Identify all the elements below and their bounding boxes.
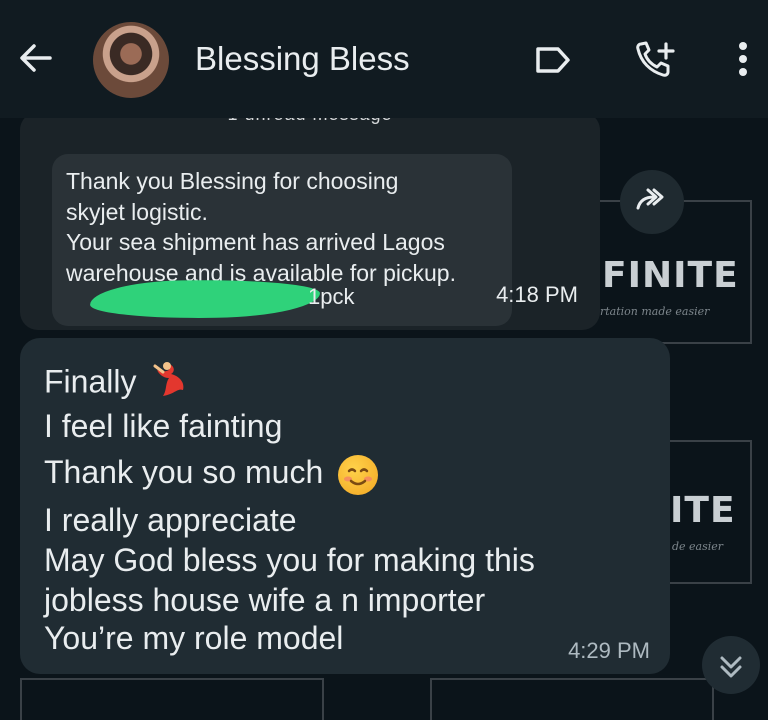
background-brand-subtext: rtation made easier — [600, 305, 710, 318]
message-line: May God bless you for making this — [44, 542, 535, 578]
message-time: 4:29 PM — [568, 638, 650, 663]
smiling-face-emoji — [338, 454, 379, 495]
quoted-message-text: Thank you Blessing for choosing skyjet l… — [66, 168, 456, 286]
background-brand-text: ITE — [670, 490, 736, 531]
forward-icon — [636, 188, 664, 210]
scroll-to-bottom-button[interactable] — [702, 636, 760, 694]
message-line: I feel like fainting — [44, 408, 283, 444]
package-count: 1pck — [308, 284, 355, 309]
avatar[interactable] — [93, 22, 169, 98]
background-frame — [0, 250, 22, 290]
message-line: Finally — [44, 360, 193, 408]
add-call-icon[interactable] — [632, 38, 680, 82]
background-brand-text: FINITE — [602, 255, 739, 296]
more-vert-icon[interactable] — [728, 40, 758, 80]
image-message[interactable]: 1 unread message Thank you Blessing for … — [20, 112, 600, 330]
message-line-text: Finally — [44, 363, 137, 400]
background-frame — [20, 678, 324, 720]
contact-name[interactable]: Blessing Bless — [195, 40, 410, 78]
label-icon[interactable] — [532, 42, 574, 78]
quoted-message-time: 4:18 PM — [496, 282, 578, 307]
dancer-emoji — [149, 360, 193, 408]
background-frame — [0, 480, 22, 520]
quoted-message-bubble: Thank you Blessing for choosing skyjet l… — [52, 154, 512, 326]
message-line: jobless house wife a n importer — [44, 582, 486, 618]
back-arrow-icon[interactable] — [16, 38, 56, 78]
background-brand-subtext: de easier — [672, 540, 724, 553]
message-bubble[interactable]: Finally I feel like fainting Thank you s… — [20, 338, 670, 674]
message-line: Thank you so much — [44, 454, 379, 495]
double-chevron-down-icon — [720, 656, 742, 678]
message-line-text: Thank you so much — [44, 454, 324, 490]
background-frame — [430, 678, 714, 720]
message-line: You’re my role model — [44, 620, 344, 656]
message-line: I really appreciate — [44, 502, 297, 538]
forward-button[interactable] — [620, 170, 684, 234]
chat-header: Blessing Bless — [0, 0, 768, 118]
